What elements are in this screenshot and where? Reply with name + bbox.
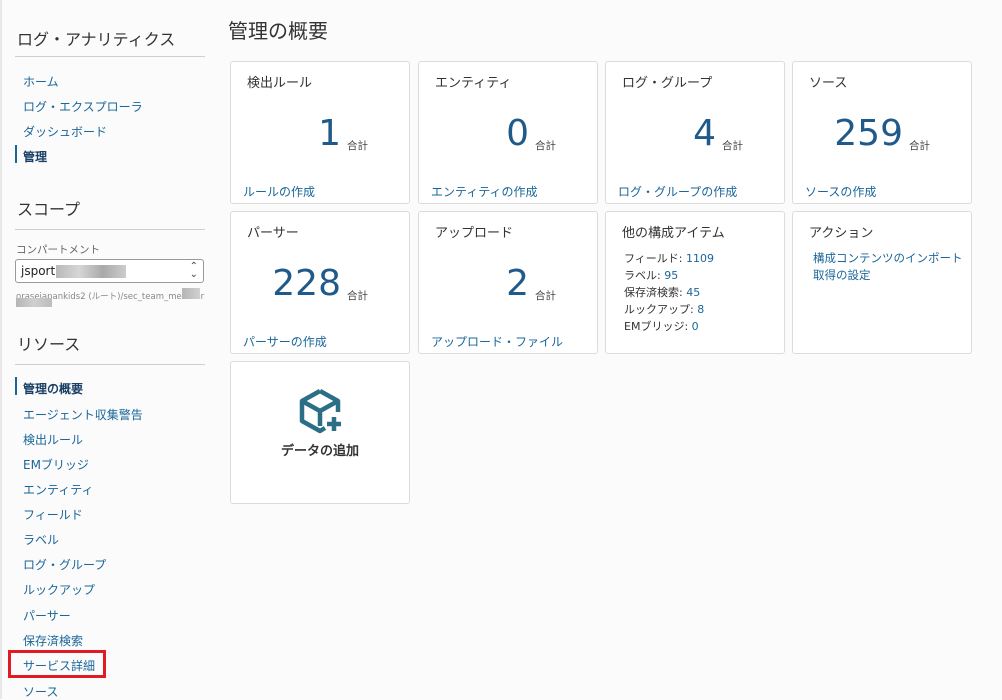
resource-saved-searches[interactable]: 保存済検索: [23, 632, 83, 649]
nav-administration[interactable]: 管理: [23, 148, 47, 165]
create-rule-link[interactable]: ルールの作成: [243, 183, 315, 200]
card-count: 1: [318, 113, 341, 154]
add-data-card[interactable]: データの追加: [230, 361, 410, 504]
item-value: 95: [664, 269, 679, 282]
card-actions: アクション 構成コンテンツのインポート 取得の設定: [792, 211, 972, 354]
item-value: 45: [686, 286, 701, 299]
resource-sources[interactable]: ソース: [23, 683, 58, 700]
cube-plus-icon: [299, 389, 341, 434]
list-item: フィールド: 1109: [624, 250, 714, 267]
resource-detection-rules[interactable]: 検出ルール: [23, 431, 83, 448]
card-title: ソース: [809, 76, 848, 91]
create-entity-link[interactable]: エンティティの作成: [431, 183, 538, 200]
highlight-annotation: [8, 650, 106, 678]
divider: [15, 229, 205, 230]
card-other-config-items: 他の構成アイテム フィールド: 1109 ラベル: 95 保存済検索: 45 ル…: [605, 211, 785, 354]
list-item: ラベル: 95: [624, 267, 714, 284]
add-data-label: データの追加: [280, 444, 359, 459]
card-unit: 合計: [722, 140, 743, 152]
card-title: 検出ルール: [247, 76, 313, 91]
create-log-group-link[interactable]: ログ・グループの作成: [618, 183, 737, 200]
card-unit: 合計: [535, 290, 556, 302]
card-unit: 合計: [535, 140, 556, 152]
item-value: 1109: [686, 252, 714, 265]
list-item: 保存済検索: 45: [624, 284, 714, 301]
redacted-text: [56, 265, 126, 278]
list-item: EMブリッジ: 0: [624, 318, 714, 335]
resources-title: リソース: [17, 335, 81, 354]
card-title: ログ・グループ: [622, 76, 713, 91]
resource-em-bridge[interactable]: EMブリッジ: [23, 456, 89, 473]
card-count: 4: [693, 113, 716, 154]
card-title: エンティティ: [435, 76, 512, 91]
card-log-groups: ログ・グループ 4 合計 ログ・グループの作成: [605, 61, 785, 204]
page-title: 管理の概要: [228, 19, 328, 43]
card-unit: 合計: [347, 290, 368, 302]
redacted-text: [16, 298, 52, 307]
compartment-select[interactable]: jsport.liang ⌃ ⌄: [15, 259, 204, 283]
resource-log-groups[interactable]: ログ・グループ: [23, 556, 106, 573]
item-value: 8: [697, 303, 705, 316]
resource-admin-overview[interactable]: 管理の概要: [23, 380, 83, 397]
divider: [15, 56, 205, 57]
card-count: 259: [834, 113, 903, 154]
redacted-text: [182, 288, 200, 299]
resource-parsers[interactable]: パーサー: [23, 607, 71, 624]
card-count: 0: [506, 113, 529, 154]
item-label: ルックアップ:: [624, 303, 694, 316]
divider: [15, 364, 205, 365]
scope-title: スコープ: [17, 200, 81, 219]
nav-home[interactable]: ホーム: [23, 73, 59, 90]
create-source-link[interactable]: ソースの作成: [805, 183, 876, 200]
nav-log-explorer[interactable]: ログ・エクスプローラ: [23, 98, 143, 115]
resource-fields[interactable]: フィールド: [23, 506, 83, 523]
card-entities: エンティティ 0 合計 エンティティの作成: [418, 61, 598, 204]
nav-dashboard[interactable]: ダッシュボード: [23, 123, 107, 140]
select-arrows-icon: ⌃ ⌄: [189, 261, 198, 280]
card-title: アップロード: [435, 226, 514, 241]
resource-entities[interactable]: エンティティ: [23, 481, 94, 498]
card-unit: 合計: [909, 140, 930, 152]
compartment-label: コンパートメント: [16, 244, 100, 256]
card-title: アクション: [809, 226, 874, 241]
card-unit: 合計: [347, 140, 368, 152]
item-label: 保存済検索:: [624, 286, 683, 299]
resource-lookups[interactable]: ルックアップ: [23, 581, 95, 598]
card-parsers: パーサー 228 合計 パーサーの作成: [230, 211, 410, 354]
item-label: ラベル:: [624, 269, 661, 282]
list-item: ルックアップ: 8: [624, 301, 714, 318]
resource-labels[interactable]: ラベル: [23, 531, 59, 548]
sidebar: ログ・アナリティクス ホーム ログ・エクスプローラ ダッシュボード 管理 スコー…: [0, 0, 210, 699]
item-label: フィールド:: [624, 252, 683, 265]
card-count: 228: [272, 263, 341, 304]
resource-agent-warnings[interactable]: エージェント収集警告: [23, 406, 143, 423]
card-detection-rules: 検出ルール 1 合計 ルールの作成: [230, 61, 410, 204]
card-count: 2: [506, 263, 529, 304]
item-value: 0: [691, 320, 699, 333]
upload-file-link[interactable]: アップロード・ファイル: [431, 333, 563, 350]
create-parser-link[interactable]: パーサーの作成: [243, 333, 327, 350]
config-items-list: フィールド: 1109 ラベル: 95 保存済検索: 45 ルックアップ: 8 …: [624, 250, 714, 335]
card-title: 他の構成アイテム: [622, 226, 725, 241]
card-uploads: アップロード 2 合計 アップロード・ファイル: [418, 211, 598, 354]
active-indicator: [15, 377, 17, 395]
item-label: EMブリッジ:: [624, 320, 689, 333]
ingestion-settings-link[interactable]: 取得の設定: [813, 267, 871, 283]
import-config-content-link[interactable]: 構成コンテンツのインポート: [813, 250, 963, 266]
card-title: パーサー: [247, 226, 299, 241]
active-indicator: [15, 145, 17, 163]
sidebar-title: ログ・アナリティクス: [17, 30, 176, 49]
card-sources: ソース 259 合計 ソースの作成: [792, 61, 972, 204]
